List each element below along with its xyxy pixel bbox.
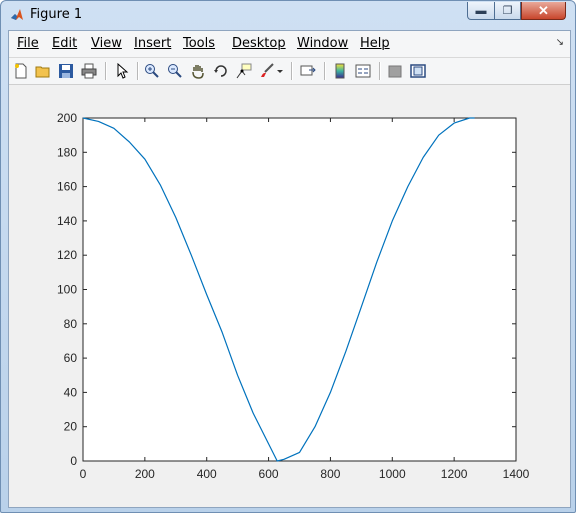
zoom-in-icon	[145, 64, 159, 78]
y-tick-label: 40	[64, 385, 78, 399]
zoom-out-icon	[168, 64, 182, 78]
window-title: Figure 1	[30, 7, 83, 22]
minimize-icon: ▬	[475, 4, 487, 17]
insert-legend-button[interactable]	[353, 61, 373, 81]
x-tick-label: 1400	[503, 467, 530, 481]
restore-icon: ❐	[502, 5, 513, 17]
figure-toolbar	[9, 58, 570, 85]
print-button[interactable]	[79, 61, 99, 81]
menu-insert[interactable]: Insert	[134, 36, 171, 51]
dropdown-arrow-icon	[277, 70, 283, 73]
link-plot-icon	[300, 65, 316, 76]
new-figure-button[interactable]	[11, 61, 31, 81]
data-cursor-button[interactable]	[234, 61, 254, 81]
figure-window: Figure 1 ▬ ❐ ✕ File Edit View Insert Too…	[0, 0, 576, 513]
y-tick-label: 140	[57, 214, 77, 228]
y-tick-label: 80	[64, 317, 78, 331]
y-tick-label: 100	[57, 283, 77, 297]
y-tick-label: 0	[70, 454, 77, 468]
y-tick-label: 60	[64, 351, 78, 365]
hide-plot-tools-button[interactable]	[385, 61, 405, 81]
axes-box[interactable]	[82, 117, 517, 462]
brush-dropdown-button[interactable]	[275, 61, 285, 81]
maximize-button[interactable]: ❐	[494, 2, 521, 20]
x-tick-label: 600	[259, 467, 279, 481]
close-icon: ✕	[538, 2, 549, 18]
y-tick-label: 200	[57, 111, 77, 125]
zoom-out-button[interactable]	[165, 61, 185, 81]
minimize-button[interactable]: ▬	[467, 2, 495, 20]
insert-colorbar-button[interactable]	[330, 61, 350, 81]
save-button[interactable]	[56, 61, 76, 81]
edit-plot-button[interactable]	[112, 61, 132, 81]
colorbar-icon	[335, 63, 345, 79]
rotate-3d-button[interactable]	[211, 61, 231, 81]
link-plot-button[interactable]	[298, 61, 318, 81]
menu-file[interactable]: File	[17, 36, 39, 51]
x-tick-label: 0	[80, 467, 87, 481]
menu-dock-arrow-icon[interactable]: ↘	[556, 37, 564, 48]
zoom-in-button[interactable]	[142, 61, 162, 81]
pointer-icon	[117, 63, 129, 79]
data-cursor-icon	[236, 63, 252, 79]
figure-client-area: File Edit View Insert Tools Desktop Wind…	[8, 30, 571, 508]
x-tick-label: 400	[197, 467, 217, 481]
menu-window[interactable]: Window	[297, 36, 348, 51]
y-tick-label: 120	[57, 248, 77, 262]
save-icon	[59, 64, 73, 78]
x-tick-label: 1000	[379, 467, 406, 481]
y-tick-label: 180	[57, 145, 77, 159]
print-icon	[81, 63, 97, 79]
hide-plot-tools-icon	[388, 65, 402, 78]
menu-view[interactable]: View	[91, 36, 122, 51]
menu-bar: File Edit View Insert Tools Desktop Wind…	[9, 31, 570, 58]
legend-icon	[355, 64, 371, 78]
y-tick-label: 20	[64, 420, 78, 434]
brush-button[interactable]	[257, 61, 277, 81]
show-plot-tools-button[interactable]	[408, 61, 428, 81]
brush-icon	[261, 63, 274, 77]
pan-button[interactable]	[188, 61, 208, 81]
menu-help[interactable]: Help	[360, 36, 390, 51]
show-plot-tools-icon	[410, 64, 426, 78]
line-chart[interactable]: 0 200 400 600 800 1000 1200 1400 0 20 40 60 80 100 120…	[9, 85, 570, 507]
x-tick-label: 200	[135, 467, 155, 481]
close-button[interactable]: ✕	[521, 2, 566, 20]
pan-hand-icon	[192, 65, 204, 79]
menu-desktop[interactable]: Desktop	[232, 36, 286, 51]
x-tick-label: 800	[320, 467, 340, 481]
new-figure-icon	[15, 63, 27, 79]
rotate-3d-icon	[214, 65, 227, 77]
menu-tools[interactable]: Tools	[183, 36, 215, 51]
x-tick-label: 1200	[441, 467, 468, 481]
open-file-button[interactable]	[33, 61, 53, 81]
menu-edit[interactable]: Edit	[52, 36, 77, 51]
matlab-logo-icon	[11, 9, 23, 20]
plot-area: 0 200 400 600 800 1000 1200 1400 0 20 40 60 80 100 120…	[9, 85, 570, 507]
open-file-icon	[35, 66, 50, 78]
y-tick-label: 160	[57, 180, 77, 194]
title-bar[interactable]: Figure 1 ▬ ❐ ✕	[1, 1, 575, 29]
